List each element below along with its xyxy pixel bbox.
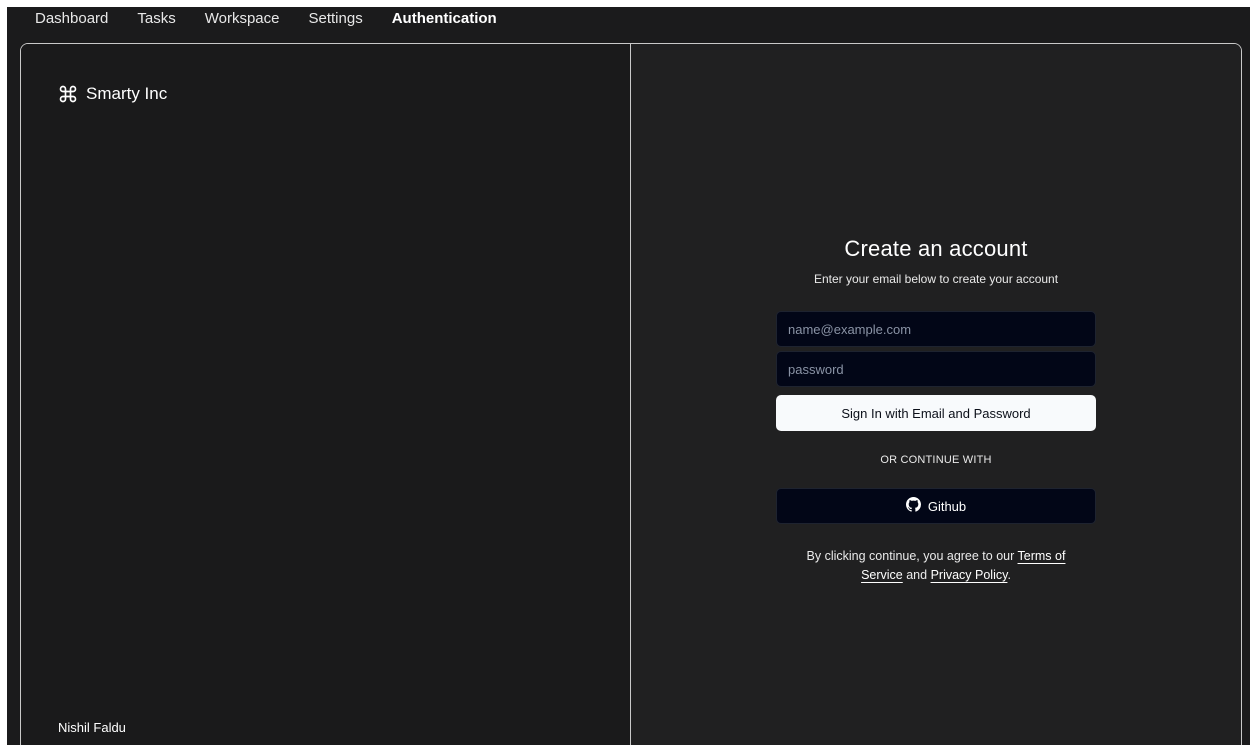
terms-text: By clicking continue, you agree to our T… — [801, 547, 1071, 585]
page-subtitle: Enter your email below to create your ac… — [813, 272, 1059, 286]
form-panel: Create an account Enter your email below… — [631, 44, 1241, 745]
top-nav: Dashboard Tasks Workspace Settings Authe… — [35, 7, 526, 29]
email-input[interactable] — [776, 311, 1096, 347]
sign-in-button[interactable]: Sign In with Email and Password — [776, 395, 1096, 431]
github-button[interactable]: Github — [776, 488, 1096, 524]
privacy-policy-link[interactable]: Privacy Policy — [931, 568, 1008, 582]
terms-middle: and — [902, 568, 931, 582]
nav-settings[interactable]: Settings — [309, 10, 363, 27]
command-icon — [58, 84, 78, 104]
signup-form: Create an account Enter your email below… — [776, 236, 1096, 598]
nav-workspace[interactable]: Workspace — [205, 10, 280, 27]
brand: Smarty Inc — [58, 84, 167, 104]
brand-name: Smarty Inc — [86, 84, 168, 103]
divider-label: OR CONTINUE WITH — [880, 454, 992, 466]
author-name: Nishil Faldu — [58, 720, 126, 735]
app-screen: Dashboard Tasks Workspace Settings Authe… — [7, 7, 1250, 745]
nav-authentication[interactable]: Authentication — [392, 10, 497, 27]
github-label: Github — [927, 498, 967, 514]
terms-suffix: . — [1007, 568, 1011, 582]
page-title: Create an account — [844, 236, 1028, 261]
password-input[interactable] — [776, 351, 1096, 387]
nav-dashboard[interactable]: Dashboard — [35, 10, 108, 27]
github-icon — [905, 497, 921, 515]
terms-prefix: By clicking continue, you agree to our — [806, 549, 1018, 563]
auth-card: Smarty Inc Nishil Faldu Create an accoun… — [20, 43, 1242, 745]
brand-panel: Smarty Inc Nishil Faldu — [21, 44, 631, 745]
nav-tasks[interactable]: Tasks — [137, 10, 175, 27]
